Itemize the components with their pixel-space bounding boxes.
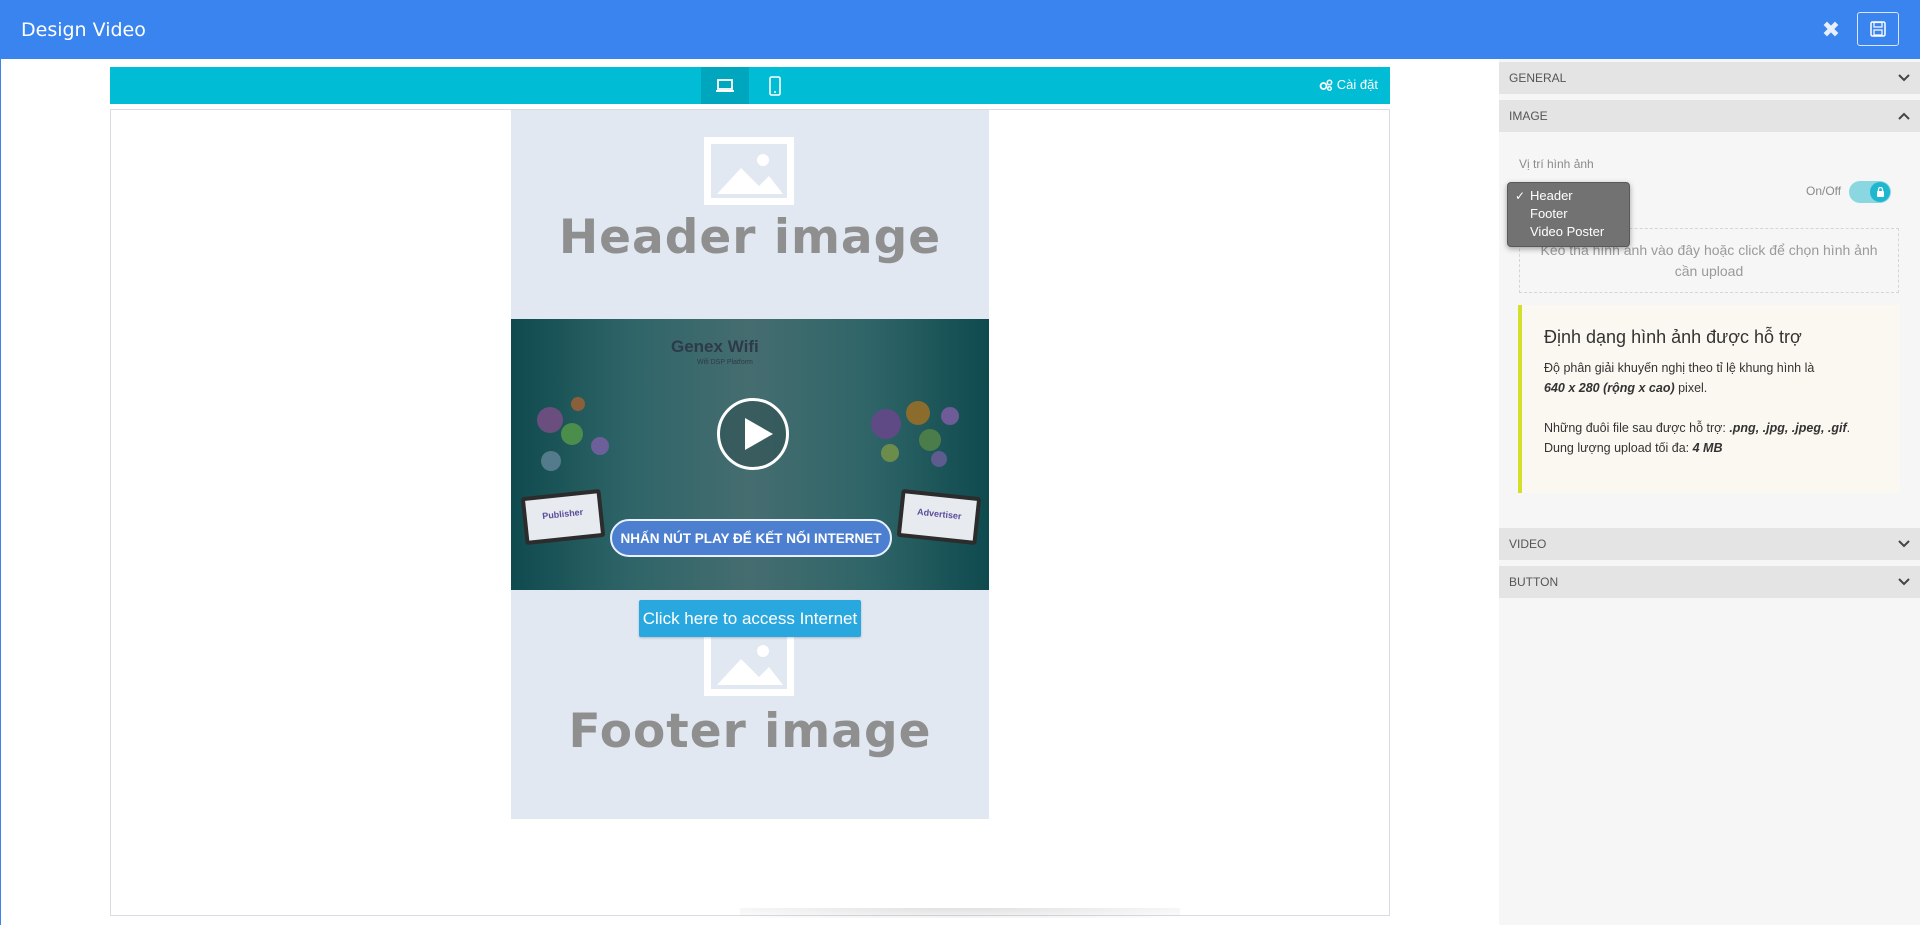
info-title: Định dạng hình ảnh được hỗ trợ — [1544, 327, 1802, 347]
close-button[interactable]: ✖ — [1817, 16, 1845, 44]
advertiser-label: Advertiser — [916, 506, 962, 522]
video-cta-pill[interactable]: NHẤN NÚT PLAY ĐỂ KẾT NỐI INTERNET — [610, 519, 892, 557]
info-formats-label: Những đuôi file sau được hỗ trợ: — [1544, 421, 1730, 435]
preview-toolbar: Cài đặt — [110, 67, 1390, 104]
dropdown-option-video-poster[interactable]: Video Poster — [1508, 223, 1629, 241]
settings-label: Cài đặt — [1336, 77, 1378, 92]
dropdown-option-label: Footer — [1530, 206, 1568, 221]
lock-icon — [1876, 187, 1884, 197]
footer-image-placeholder-icon — [704, 628, 794, 696]
publisher-label: Publisher — [541, 506, 584, 522]
dropdown-option-label: Video Poster — [1530, 224, 1605, 239]
top-bar: Design Video ✖ — [0, 0, 1920, 59]
toggle-label: On/Off — [1806, 184, 1842, 198]
close-icon: ✖ — [1821, 17, 1841, 42]
info-formats-value: .png, .jpg, .jpeg, .gif — [1729, 421, 1847, 435]
advertiser-monitor: Advertiser — [896, 488, 982, 546]
check-icon: ✓ — [1515, 189, 1526, 203]
dropdown-option-footer[interactable]: Footer — [1508, 205, 1629, 223]
info-resolution: Độ phân giải khuyến nghị theo tỉ lệ khun… — [1544, 358, 1882, 398]
section-general-label: GENERAL — [1509, 71, 1567, 85]
chevron-down-icon — [1898, 540, 1910, 548]
image-position-label: Vị trí hình ảnh — [1519, 157, 1594, 171]
info-max-value: 4 MB — [1692, 441, 1723, 455]
info-resolution-text: Độ phân giải khuyến nghị theo tỉ lệ khun… — [1544, 361, 1815, 375]
video-brand-subtitle: Wifi DSP Platform — [697, 359, 753, 366]
section-button-label: BUTTON — [1509, 575, 1559, 589]
desktop-view-button[interactable] — [701, 67, 749, 104]
section-button-header[interactable]: BUTTON — [1499, 566, 1920, 598]
header-image-placeholder-icon — [704, 137, 794, 205]
footer-image-placeholder[interactable]: Footer image — [511, 704, 989, 759]
mobile-preview: Header image Genex Wifi Wifi DSP Platfor… — [511, 110, 989, 819]
info-formats: Những đuôi file sau được hỗ trợ: .png, .… — [1544, 418, 1882, 458]
section-video-header[interactable]: VIDEO — [1499, 528, 1920, 560]
section-image-label: IMAGE — [1509, 109, 1548, 123]
info-formats-end: . — [1846, 421, 1851, 435]
info-resolution-unit: pixel. — [1674, 381, 1708, 395]
section-general-header[interactable]: GENERAL — [1499, 62, 1920, 94]
save-icon — [1870, 21, 1886, 37]
mobile-icon — [769, 75, 781, 96]
image-toggle[interactable] — [1849, 181, 1891, 203]
dropdown-option-label: Header — [1530, 188, 1573, 203]
video-brand-logo: Genex Wifi — [671, 337, 759, 356]
play-button[interactable] — [717, 398, 789, 470]
stage-shadow — [740, 908, 1180, 918]
chevron-up-icon — [1898, 112, 1910, 120]
chevron-down-icon — [1898, 578, 1910, 586]
info-max-label: Dung lượng upload tối đa: — [1544, 441, 1693, 455]
section-image-header[interactable]: IMAGE — [1499, 100, 1920, 132]
dropdown-option-header[interactable]: ✓ Header — [1508, 187, 1629, 205]
chevron-down-icon — [1898, 74, 1910, 82]
window-title: Design Video — [21, 19, 146, 41]
video-player[interactable]: Genex Wifi Wifi DSP Platform Publisher A… — [511, 319, 989, 590]
settings-button[interactable]: Cài đặt — [1319, 77, 1378, 92]
section-video-label: VIDEO — [1509, 537, 1547, 551]
access-internet-button[interactable]: Click here to access Internet — [639, 600, 861, 637]
image-format-info: Định dạng hình ảnh được hỗ trợ Độ phân g… — [1518, 305, 1900, 493]
save-button[interactable] — [1857, 12, 1899, 46]
mobile-view-button[interactable] — [751, 67, 799, 104]
laptop-icon — [716, 78, 734, 92]
cogs-icon — [1319, 79, 1333, 91]
image-position-dropdown[interactable]: ✓ Header Footer Video Poster — [1507, 182, 1630, 247]
header-image-placeholder[interactable]: Header image — [511, 210, 989, 265]
info-resolution-value: 640 x 280 (rộng x cao) — [1544, 381, 1675, 395]
publisher-monitor: Publisher — [520, 488, 606, 546]
